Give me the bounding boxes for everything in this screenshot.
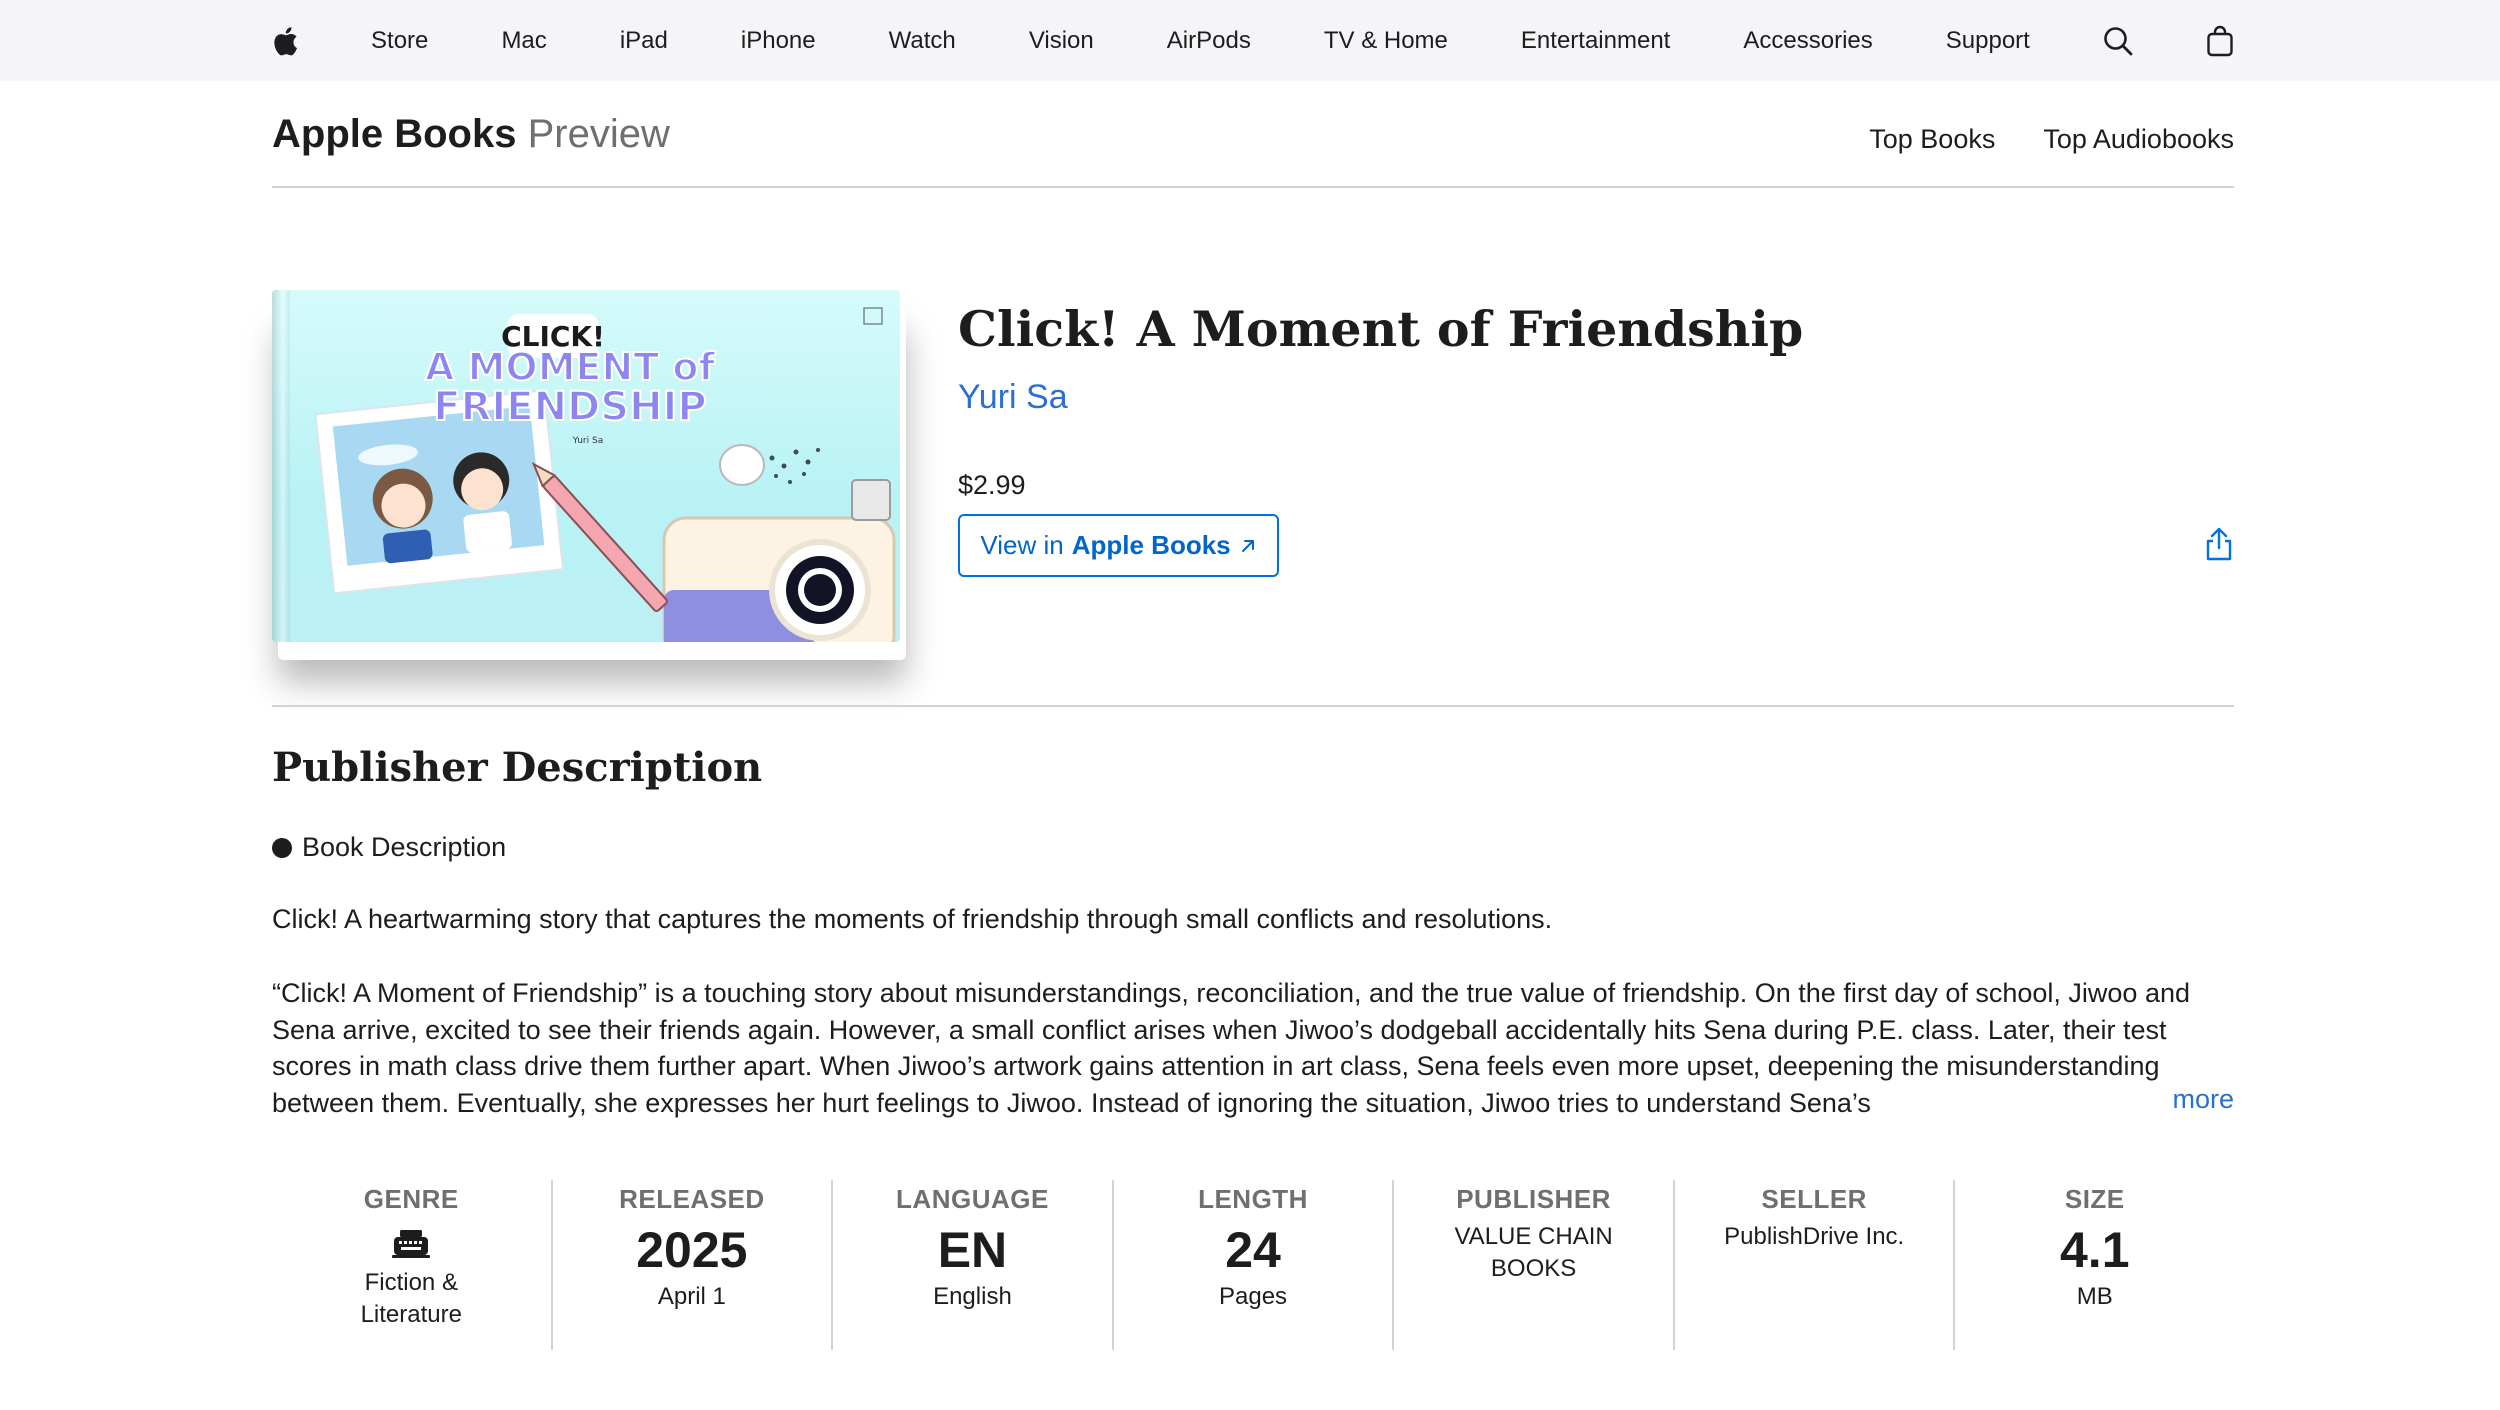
brand-light: Preview	[527, 112, 670, 156]
nav-tv-home[interactable]: TV & Home	[1324, 27, 1448, 55]
info-genre-label: GENRE	[363, 1184, 459, 1214]
share-icon[interactable]	[2204, 526, 2234, 562]
search-icon[interactable]	[2103, 26, 2133, 56]
info-language-name: English	[933, 1283, 1012, 1310]
info-released-date: April 1	[657, 1283, 726, 1310]
info-seller-value: PublishDrive Inc.	[1724, 1223, 1905, 1250]
section-divider	[272, 705, 2234, 707]
info-size-unit: MB	[2076, 1283, 2113, 1310]
cover-headline-bottom: FRIENDSHIP	[433, 384, 707, 430]
info-released: RELEASED 2025 April 1	[553, 1180, 834, 1350]
info-length: LENGTH 24 Pages	[1114, 1180, 1395, 1350]
typewriter-icon	[392, 1229, 431, 1259]
info-genre[interactable]: GENRE Fiction & Literature	[272, 1180, 553, 1350]
cover-spine	[272, 290, 290, 642]
description-body: “Click! A Moment of Friendship” is a tou…	[272, 978, 2191, 1118]
global-nav-items: Store Mac iPad iPhone Watch Vision AirPo…	[272, 0, 2234, 81]
nav-vision[interactable]: Vision	[1029, 27, 1094, 55]
book-cover[interactable]: CLICK! A MOMENT of FRIENDSHIP Yuri Sa	[272, 290, 900, 642]
nav-watch[interactable]: Watch	[889, 27, 956, 55]
top-books-link[interactable]: Top Books	[1869, 124, 1995, 155]
info-size: SIZE 4.1 MB	[1955, 1180, 2234, 1350]
info-length-label: LENGTH	[1198, 1184, 1308, 1214]
cover-byline: Yuri Sa	[572, 436, 603, 446]
nav-ipad[interactable]: iPad	[620, 27, 668, 55]
brand-strong: Apple Books	[272, 112, 517, 156]
bullet-dot-icon	[272, 838, 292, 858]
info-length-unit: Pages	[1218, 1283, 1288, 1310]
cover-headline-mid: A MOMENT of	[425, 345, 716, 389]
view-button-prefix: View in	[980, 530, 1064, 560]
nav-airpods[interactable]: AirPods	[1167, 27, 1251, 55]
apple-books-preview-title[interactable]: Apple Books Preview	[272, 112, 670, 157]
nav-support[interactable]: Support	[1946, 27, 2030, 55]
info-publisher: PUBLISHER VALUE CHAIN BOOKS	[1394, 1180, 1675, 1350]
info-length-count: 24	[1225, 1222, 1281, 1278]
global-nav: Store Mac iPad iPhone Watch Vision AirPo…	[0, 0, 2500, 81]
description-bullet: Book Description	[272, 832, 506, 863]
info-language-label: LANGUAGE	[896, 1184, 1049, 1214]
book-info-strip: GENRE Fiction & Literature RELEASED 2025…	[272, 1180, 2234, 1350]
info-seller-label: SELLER	[1761, 1184, 1867, 1214]
description-lead: Click! A heartwarming story that capture…	[272, 904, 1553, 934]
nav-accessories[interactable]: Accessories	[1743, 27, 1872, 55]
book-title: Click! A Moment of Friendship	[958, 300, 1804, 358]
info-genre-value: Fiction & Literature	[360, 1269, 462, 1328]
info-released-label: RELEASED	[619, 1184, 765, 1214]
description-bullet-text: Book Description	[302, 832, 507, 862]
info-publisher-label: PUBLISHER	[1456, 1184, 1611, 1214]
cover-artwork: CLICK! A MOMENT of FRIENDSHIP Yuri Sa	[272, 290, 900, 642]
info-size-label: SIZE	[2064, 1184, 2125, 1214]
local-nav-links: Top Books Top Audiobooks	[1869, 124, 2234, 155]
info-seller: SELLER PublishDrive Inc.	[1675, 1180, 1956, 1350]
info-publisher-value: VALUE CHAIN BOOKS	[1454, 1223, 1613, 1282]
more-link[interactable]: more	[2158, 1084, 2234, 1115]
nav-iphone[interactable]: iPhone	[741, 27, 816, 55]
description-fade	[2040, 1084, 2170, 1124]
book-price: $2.99	[958, 470, 1026, 500]
view-in-apple-books-button[interactable]: View in Apple Books	[958, 514, 1279, 577]
external-arrow-icon	[1239, 537, 1257, 555]
info-released-year: 2025	[636, 1222, 748, 1278]
info-language: LANGUAGE EN English	[833, 1180, 1114, 1350]
book-author-link[interactable]: Yuri Sa	[958, 378, 1068, 417]
info-size-value: 4.1	[2060, 1222, 2130, 1278]
publisher-description-heading: Publisher Description	[272, 744, 763, 791]
apple-logo-icon[interactable]	[272, 25, 298, 57]
info-language-code: EN	[937, 1222, 1008, 1278]
nav-mac[interactable]: Mac	[501, 27, 546, 55]
view-button-strong: Apple Books	[1071, 530, 1231, 560]
books-local-nav: Apple Books Preview Top Books Top Audiob…	[272, 82, 2234, 188]
nav-store[interactable]: Store	[371, 27, 428, 55]
shopping-bag-icon[interactable]	[2206, 25, 2234, 57]
top-audiobooks-link[interactable]: Top Audiobooks	[2043, 124, 2234, 155]
nav-entertainment[interactable]: Entertainment	[1521, 27, 1670, 55]
